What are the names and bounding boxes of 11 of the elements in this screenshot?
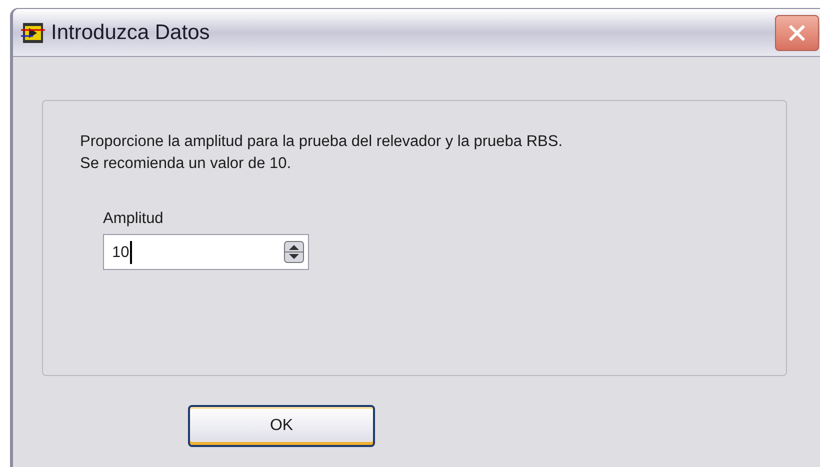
window-title: Introduzca Datos xyxy=(51,20,210,46)
close-icon xyxy=(787,22,807,42)
message-text: Se recomienda un valor de 10. xyxy=(80,154,292,174)
amplitude-spin-field[interactable]: 10 xyxy=(103,234,309,270)
field-label: Amplitud xyxy=(103,209,164,229)
close-button[interactable] xyxy=(775,14,819,50)
spinner-icon[interactable] xyxy=(284,241,304,264)
message-text: Proporcione la amplitud para la prueba del relevador y la prueba RBS. xyxy=(80,132,564,152)
app-icon xyxy=(21,22,45,44)
ok-button[interactable]: OK xyxy=(188,405,375,447)
field-value: 10 xyxy=(112,240,132,264)
